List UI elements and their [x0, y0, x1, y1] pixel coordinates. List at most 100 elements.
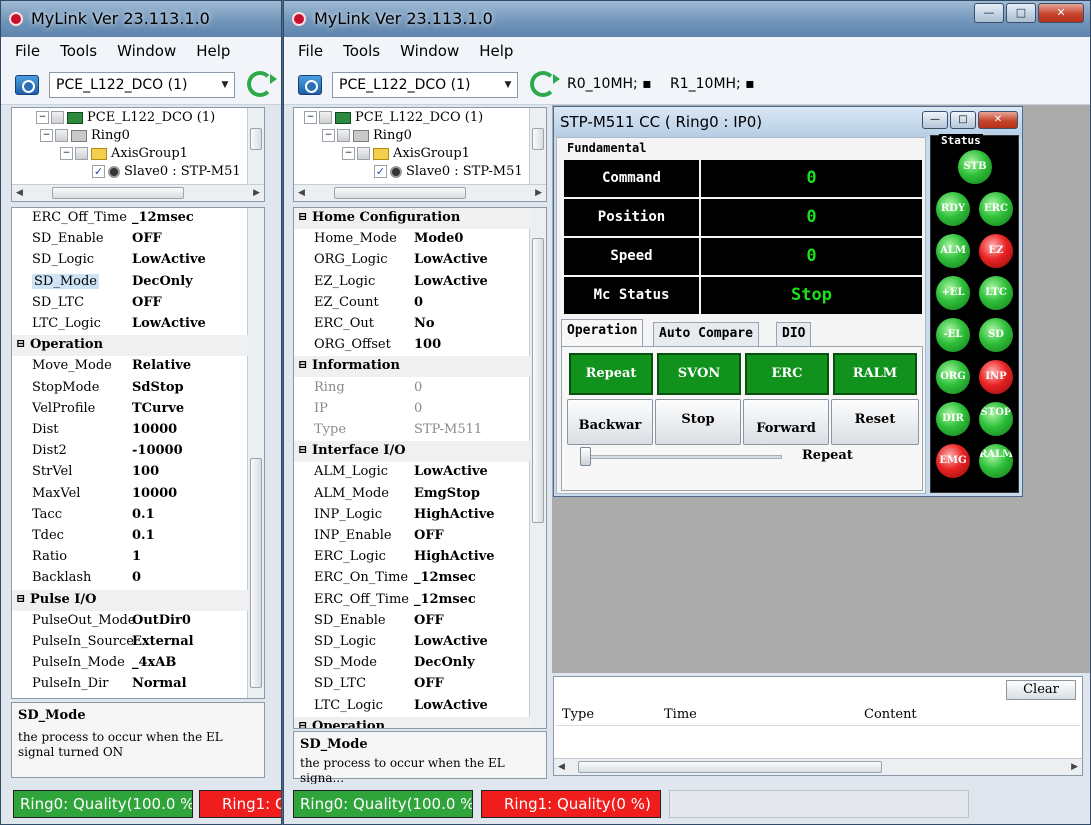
property-row[interactable]: MaxVel 10000 [12, 484, 248, 505]
property-row[interactable]: LTC_Logic LowActive [12, 314, 248, 335]
grid-category[interactable]: ⊟ Interface I/O [294, 441, 530, 463]
refresh-icon[interactable] [247, 71, 277, 97]
collapse-icon[interactable]: ⊟ [298, 210, 307, 223]
property-value[interactable]: -10000 [132, 443, 183, 458]
property-value[interactable]: LowActive [132, 316, 206, 331]
property-value[interactable]: 10000 [132, 486, 177, 501]
chevron-down-icon[interactable]: ▼ [499, 73, 517, 97]
property-value[interactable]: OFF [132, 295, 162, 310]
property-row[interactable]: ORG_Offset 100 [294, 335, 530, 356]
property-value[interactable]: 0 [414, 401, 422, 416]
property-row[interactable]: ORG_Logic LowActive [294, 250, 530, 271]
menu-help[interactable]: Help [469, 42, 523, 60]
property-row[interactable]: IP 0 [294, 399, 530, 420]
clear-button[interactable]: Clear [1006, 680, 1076, 700]
tree-ring[interactable]: − Ring0 [322, 128, 412, 143]
scroll-thumb[interactable] [250, 128, 262, 150]
stop-button[interactable]: Stop [655, 399, 741, 445]
left-title-bar[interactable]: MyLink Ver 23.113.1.0 [1, 1, 281, 37]
property-value[interactable]: Mode0 [414, 231, 463, 246]
grid-category[interactable]: ⊟ Pulse I/O [12, 589, 248, 611]
property-row[interactable]: Backlash 0 [12, 568, 248, 589]
property-value[interactable]: OutDir0 [132, 613, 191, 628]
speed-slider-thumb[interactable] [580, 447, 591, 466]
tree-slave[interactable]: ✓ Slave0 : STP-M51 [92, 164, 241, 179]
property-row[interactable]: SD_Mode DecOnly [294, 653, 530, 674]
property-value[interactable]: LowActive [414, 464, 488, 479]
menu-file[interactable]: File [288, 42, 333, 60]
tree-checkbox[interactable] [319, 111, 332, 124]
property-value[interactable]: _4xAB [132, 655, 176, 670]
ring0-rate-dropdown[interactable]: R0_10MH; ▪ [567, 76, 652, 92]
property-row[interactable]: PulseOut_Mode OutDir0 [12, 611, 248, 632]
property-value[interactable]: 0 [132, 570, 141, 585]
tree-vertical-scrollbar[interactable] [247, 108, 264, 184]
property-value[interactable]: Relative [132, 358, 191, 373]
arrow-right-icon[interactable]: ▶ [253, 188, 260, 198]
svon-button[interactable]: SVON [657, 353, 741, 395]
tree-group[interactable]: − AxisGroup1 [342, 146, 470, 161]
property-row[interactable]: ERC_On_Time _12msec [294, 568, 530, 589]
tab-auto-compare[interactable]: Auto Compare [653, 322, 759, 346]
left-device-tree[interactable]: − PCE_L122_DCO (1) − Ring0 − AxisGroup1 ✓ Sl… [11, 107, 265, 202]
property-row[interactable]: INP_Logic HighActive [294, 505, 530, 526]
column-type[interactable]: Type [562, 707, 594, 722]
property-value[interactable]: DecOnly [414, 655, 475, 670]
tree-group[interactable]: − AxisGroup1 [60, 146, 188, 161]
property-row[interactable]: PulseIn_Source External [12, 632, 248, 653]
scroll-thumb[interactable] [532, 238, 544, 523]
tree-horizontal-scrollbar[interactable]: ◀ ▶ [12, 184, 264, 201]
collapse-icon[interactable]: − [36, 111, 49, 124]
tree-root[interactable]: − PCE_L122_DCO (1) [36, 110, 215, 125]
property-value[interactable]: DecOnly [132, 274, 193, 289]
property-value[interactable]: LowActive [414, 634, 488, 649]
scroll-thumb[interactable] [52, 187, 184, 199]
property-value[interactable]: 100 [132, 464, 159, 479]
axis-control-window[interactable]: STP-M511 CC ( Ring0 : IP0) — □ ✕ Fundame… [553, 106, 1023, 497]
property-row[interactable]: Tacc 0.1 [12, 505, 248, 526]
collapse-icon[interactable]: − [304, 111, 317, 124]
scan-camera-icon[interactable] [15, 75, 39, 95]
child-maximize-button[interactable]: □ [950, 111, 976, 129]
scroll-thumb[interactable] [250, 458, 262, 688]
speed-slider-track[interactable] [582, 455, 782, 459]
column-time[interactable]: Time [664, 707, 697, 722]
property-row[interactable]: Ring 0 [294, 378, 530, 399]
forward-button[interactable]: Forward [743, 399, 829, 445]
property-value[interactable]: _12msec [414, 592, 476, 607]
menu-file[interactable]: File [5, 42, 50, 60]
arrow-right-icon[interactable]: ▶ [535, 188, 542, 198]
arrow-left-icon[interactable]: ◀ [16, 188, 23, 198]
property-row[interactable]: Type STP-M511 [294, 420, 530, 441]
child-minimize-button[interactable]: — [922, 111, 948, 129]
main-property-grid[interactable]: ⊟ Home Configuration Home_Mode Mode0 ORG_Log… [293, 207, 547, 729]
property-value[interactable]: TCurve [132, 401, 184, 416]
menu-window[interactable]: Window [107, 42, 186, 60]
axis-window-title-bar[interactable]: STP-M511 CC ( Ring0 : IP0) — □ ✕ [554, 107, 1022, 137]
property-value[interactable]: 0.1 [132, 528, 155, 543]
log-horizontal-scrollbar[interactable]: ◀ ▶ [554, 758, 1082, 775]
property-row[interactable]: StopMode SdStop [12, 378, 248, 399]
property-value[interactable]: STP-M511 [414, 422, 482, 437]
property-row[interactable]: StrVel 100 [12, 462, 248, 483]
grid-category[interactable]: ⊟ Home Configuration [294, 208, 530, 229]
property-value[interactable]: _12msec [132, 210, 194, 225]
property-row[interactable]: ERC_Out No [294, 314, 530, 335]
minimize-button[interactable]: — [974, 3, 1004, 23]
grid-vertical-scrollbar[interactable] [529, 208, 546, 728]
property-value[interactable]: OFF [414, 528, 444, 543]
property-row[interactable]: SD_Enable OFF [12, 229, 248, 250]
ralm-button[interactable]: RALM [833, 353, 917, 395]
property-value[interactable]: 1 [132, 549, 141, 564]
property-row[interactable]: INP_Enable OFF [294, 526, 530, 547]
left-property-grid[interactable]: ERC_Off_Time _12msec SD_Enable OFF SD_Logic L… [11, 207, 265, 699]
property-row[interactable]: EZ_Logic LowActive [294, 272, 530, 293]
property-row[interactable]: EZ_Count 0 [294, 293, 530, 314]
property-value[interactable]: External [132, 634, 194, 649]
tree-vertical-scrollbar[interactable] [529, 108, 546, 184]
property-value[interactable]: 0.1 [132, 507, 155, 522]
property-value[interactable]: No [414, 316, 435, 331]
scan-camera-icon[interactable] [298, 75, 322, 95]
arrow-right-icon[interactable]: ▶ [1071, 762, 1078, 772]
property-value[interactable]: HighActive [414, 549, 495, 564]
